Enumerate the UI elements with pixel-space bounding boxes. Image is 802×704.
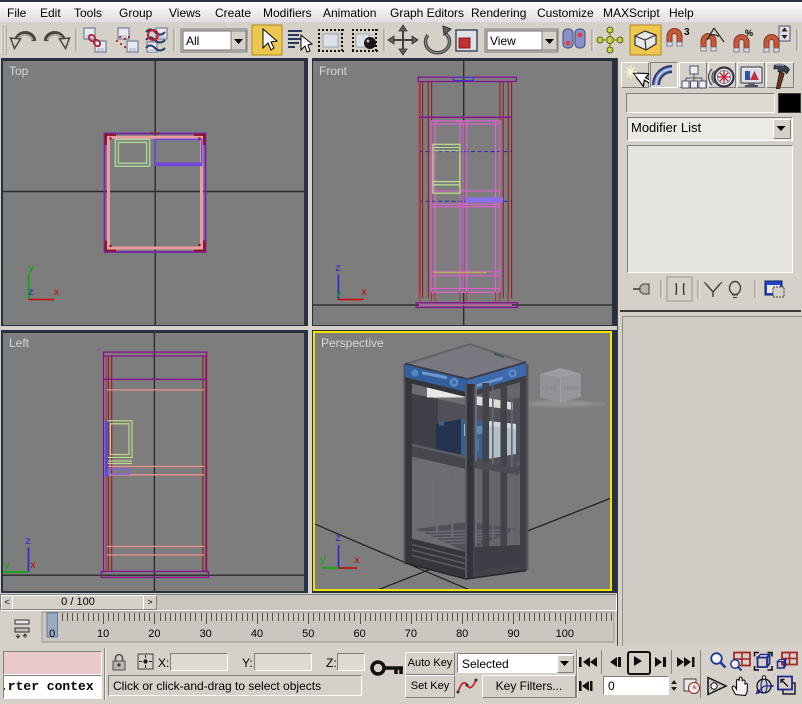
svg-text:View: View bbox=[490, 34, 516, 48]
svg-text:z: z bbox=[335, 264, 341, 275]
svg-text:50: 50 bbox=[302, 628, 314, 640]
svg-text:x: x bbox=[361, 288, 367, 299]
svg-text:y: y bbox=[320, 556, 326, 567]
svg-text:70: 70 bbox=[405, 628, 417, 640]
svg-text:LEFT: LEFT bbox=[543, 386, 557, 392]
svg-text:80: 80 bbox=[456, 628, 468, 640]
svg-text:z: z bbox=[335, 534, 341, 545]
svg-text:90: 90 bbox=[507, 628, 519, 640]
svg-text:10: 10 bbox=[97, 628, 109, 640]
svg-text:0: 0 bbox=[49, 628, 55, 640]
svg-text:x: x bbox=[354, 556, 360, 567]
svg-text:x: x bbox=[30, 561, 36, 572]
svg-text:100: 100 bbox=[556, 628, 574, 640]
svg-text:3: 3 bbox=[684, 27, 690, 38]
svg-text:All: All bbox=[186, 34, 199, 48]
svg-text:20: 20 bbox=[148, 628, 160, 640]
svg-text:x: x bbox=[54, 288, 60, 299]
svg-text:40: 40 bbox=[251, 628, 263, 640]
svg-text:z: z bbox=[28, 288, 34, 299]
svg-text:60: 60 bbox=[353, 628, 365, 640]
svg-text:RIGHT: RIGHT bbox=[564, 386, 582, 392]
svg-text:y: y bbox=[336, 289, 342, 300]
svg-text:y: y bbox=[28, 264, 34, 275]
svg-text:z: z bbox=[25, 537, 31, 548]
svg-text:%: % bbox=[745, 28, 753, 38]
svg-text:y: y bbox=[4, 561, 10, 572]
svg-text:30: 30 bbox=[200, 628, 212, 640]
